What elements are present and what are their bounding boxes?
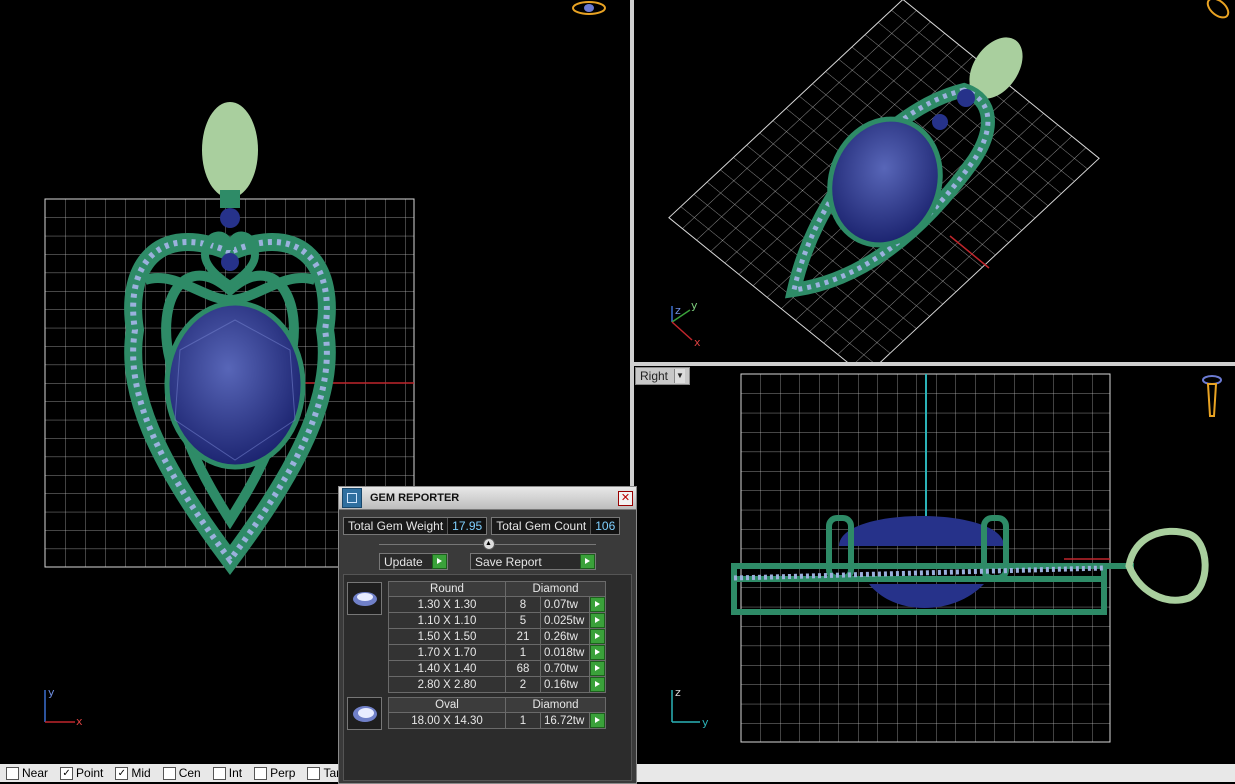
material-header: Diamond: [505, 697, 606, 713]
table-row[interactable]: 1.10 X 1.10 5 0.025tw: [388, 612, 606, 629]
table-row[interactable]: 1.70 X 1.70 1 0.018tw: [388, 644, 606, 661]
oval-gem-table: Oval Diamond 18.00 X 14.30 1 16.72tw: [388, 697, 606, 729]
table-row[interactable]: 1.40 X 1.40 68 0.70tw: [388, 660, 606, 677]
osnap-int-checkbox[interactable]: [212, 766, 226, 780]
osnap-cen[interactable]: Cen: [162, 766, 201, 780]
viewport-name-dropdown[interactable]: Right ▼: [635, 367, 691, 385]
viewport-name-label: Right: [640, 369, 669, 383]
save-report-button[interactable]: Save Report: [470, 553, 596, 570]
svg-text:y: y: [691, 299, 698, 312]
right-view-canvas: z y: [671, 373, 1222, 743]
viewport-right[interactable]: z y Right ▼: [634, 366, 1235, 760]
select-gems-button[interactable]: [590, 713, 605, 728]
view-cube-icon: [1202, 375, 1222, 417]
osnap-point-checkbox[interactable]: ✓: [60, 766, 74, 780]
osnap-near-checkbox[interactable]: [6, 766, 19, 780]
round-gem-icon: [347, 582, 382, 615]
viewport-perspective[interactable]: z y x: [634, 0, 1235, 362]
gem-reporter-app-icon: [342, 488, 362, 508]
osnap-point[interactable]: ✓ Point: [60, 766, 103, 780]
total-gem-count-value: 106: [590, 518, 620, 534]
oval-gem-icon: [347, 697, 382, 730]
svg-text:x: x: [76, 715, 83, 728]
select-gems-button[interactable]: [590, 597, 605, 612]
view-cube-icon: [1206, 0, 1230, 19]
svg-text:x: x: [694, 336, 701, 349]
right-axis-gizmo: z y: [671, 686, 709, 729]
close-icon[interactable]: ✕: [618, 490, 633, 506]
osnap-cen-checkbox[interactable]: [162, 766, 176, 780]
shape-header: Oval: [388, 697, 506, 713]
select-gems-button[interactable]: [590, 645, 605, 660]
round-gem-table: Round Diamond 1.30 X 1.30 8 0.07tw 1.10 …: [388, 581, 606, 693]
total-gem-weight-value: 17.95: [447, 518, 487, 534]
svg-text:y: y: [48, 686, 55, 699]
svg-text:y: y: [702, 716, 709, 729]
total-gem-weight: Total Gem Weight 17.95: [343, 517, 488, 535]
osnap-perp[interactable]: Perp: [254, 766, 295, 780]
osnap-perp-checkbox[interactable]: [254, 766, 268, 780]
osnap-near[interactable]: Near: [6, 766, 48, 780]
play-icon: [580, 554, 595, 569]
collapse-toggle-icon[interactable]: ▲: [482, 538, 495, 550]
perspective-canvas: z y x: [668, 0, 1230, 362]
total-gem-count: Total Gem Count 106: [491, 517, 621, 535]
select-gems-button[interactable]: [590, 629, 605, 644]
select-gems-button[interactable]: [590, 677, 605, 692]
svg-text:z: z: [675, 686, 681, 699]
bail: [202, 102, 258, 198]
table-row[interactable]: 1.30 X 1.30 8 0.07tw: [388, 596, 606, 613]
chevron-down-icon[interactable]: ▼: [674, 369, 686, 383]
gem-reporter-dialog: GEM REPORTER ✕ Total Gem Weight 17.95 To…: [338, 486, 637, 784]
select-gems-button[interactable]: [590, 613, 605, 628]
top-axis-gizmo: y x: [44, 686, 83, 728]
shape-header: Round: [388, 581, 506, 597]
svg-text:z: z: [675, 304, 681, 317]
osnap-mid-checkbox[interactable]: ✓: [115, 766, 129, 780]
table-row[interactable]: 1.50 X 1.50 21 0.26tw: [388, 628, 606, 645]
center-gem: [164, 300, 306, 470]
update-button[interactable]: Update: [379, 553, 448, 570]
dialog-title: GEM REPORTER: [370, 492, 460, 504]
dialog-title-bar[interactable]: GEM REPORTER ✕: [339, 487, 636, 510]
gem-list-panel: Round Diamond 1.30 X 1.30 8 0.07tw 1.10 …: [343, 574, 632, 781]
osnap-int[interactable]: Int: [212, 766, 242, 780]
play-icon: [432, 554, 447, 569]
persp-axis-gizmo: z y x: [671, 299, 701, 349]
osnap-mid[interactable]: ✓ Mid: [115, 766, 151, 780]
osnap-tan-checkbox[interactable]: [307, 766, 321, 780]
material-header: Diamond: [505, 581, 606, 597]
collapse-divider[interactable]: ▲: [379, 538, 596, 550]
table-row[interactable]: 18.00 X 14.30 1 16.72tw: [388, 712, 606, 729]
table-row[interactable]: 2.80 X 2.80 2 0.16tw: [388, 676, 606, 693]
select-gems-button[interactable]: [590, 661, 605, 676]
viewport-splitter-horizontal[interactable]: [634, 362, 1235, 366]
view-cube-icon: [572, 1, 606, 15]
